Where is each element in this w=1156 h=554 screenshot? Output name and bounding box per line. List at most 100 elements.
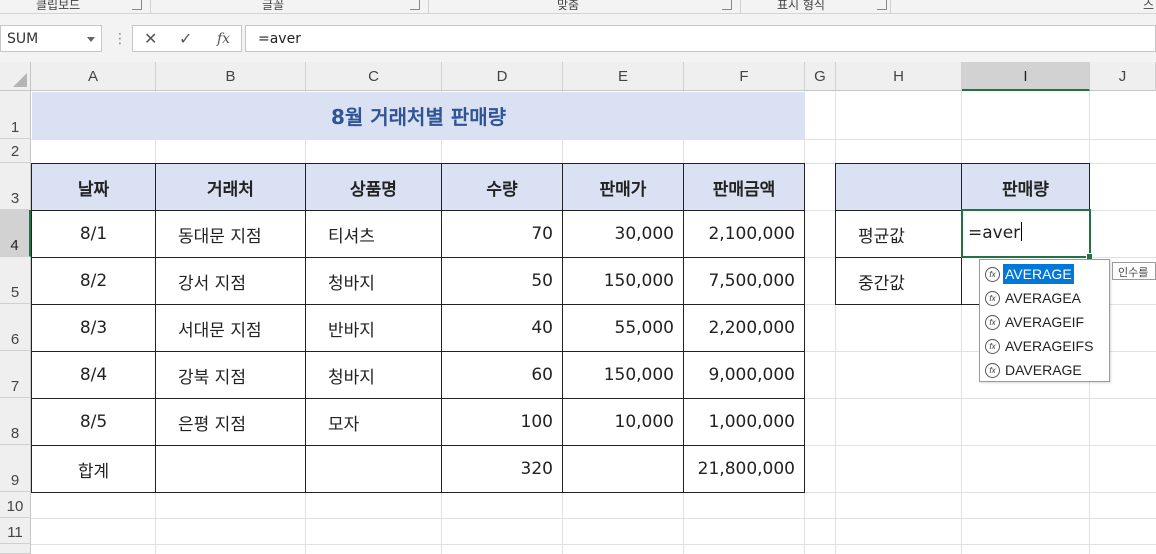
total-amount[interactable]: 21,800,000 — [683, 445, 805, 493]
cell-edit-text: =aver — [968, 222, 1023, 243]
header-price[interactable]: 판매가 — [562, 163, 684, 211]
table-cell-product[interactable]: 반바지 — [305, 304, 442, 352]
table-cell-date[interactable]: 8/2 — [31, 257, 156, 305]
clipboard-launcher-icon[interactable] — [132, 0, 142, 10]
table-cell-client[interactable]: 서대문 지점 — [155, 304, 306, 352]
row-header-4[interactable]: 4 — [0, 210, 31, 257]
total-qty[interactable]: 320 — [441, 445, 563, 493]
name-box-value: SUM — [7, 31, 39, 47]
table-cell-product[interactable]: 청바지 — [305, 257, 442, 305]
font-launcher-icon[interactable] — [410, 0, 420, 10]
ribbon-group-styles: 스 — [1143, 0, 1155, 12]
table-cell-price[interactable]: 10,000 — [562, 398, 684, 446]
chevron-down-icon[interactable] — [87, 37, 95, 42]
table-cell-price[interactable]: 55,000 — [562, 304, 684, 352]
name-box[interactable]: SUM — [0, 25, 102, 52]
number-launcher-icon[interactable] — [877, 0, 887, 10]
cancel-icon[interactable]: ✕ — [144, 29, 157, 48]
column-header-g[interactable]: G — [805, 62, 836, 91]
table-cell-product[interactable]: 티셔츠 — [305, 210, 442, 258]
alignment-launcher-icon[interactable] — [722, 0, 732, 10]
table-cell-client[interactable]: 강서 지점 — [155, 257, 306, 305]
table-cell-amount[interactable]: 2,100,000 — [683, 210, 805, 258]
enter-icon[interactable]: ✓ — [179, 29, 192, 48]
autocomplete-item-daverage[interactable]: fx DAVERAGE — [981, 358, 1109, 382]
table-cell-date[interactable]: 8/1 — [31, 210, 156, 258]
ribbon-group-font: 글꼴 — [262, 0, 285, 12]
header-product[interactable]: 상품명 — [305, 163, 442, 211]
autocomplete-item-averageif[interactable]: fx AVERAGEIF — [981, 310, 1109, 334]
table-cell-client[interactable]: 은평 지점 — [155, 398, 306, 446]
header-amount[interactable]: 판매금액 — [683, 163, 805, 211]
autocomplete-item-average[interactable]: fx AVERAGE — [981, 262, 1109, 286]
column-header-c[interactable]: C — [306, 62, 442, 91]
table-cell-date[interactable]: 8/5 — [31, 398, 156, 446]
column-header-f[interactable]: F — [684, 62, 805, 91]
autocomplete-item-averageifs[interactable]: fx AVERAGEIFS — [981, 334, 1109, 358]
formula-bar: SUM ⋮ ✕ ✓ fx =aver — [0, 14, 1156, 62]
row-header-6[interactable]: 6 — [0, 304, 31, 351]
header-client[interactable]: 거래처 — [155, 163, 306, 211]
table-cell-price[interactable]: 150,000 — [562, 351, 684, 399]
autocomplete-item-averagea[interactable]: fx AVERAGEA — [981, 286, 1109, 310]
column-header-j[interactable]: J — [1090, 62, 1156, 91]
row-header-2[interactable]: 2 — [0, 139, 31, 163]
ribbon-separator — [740, 0, 741, 13]
table-cell-qty[interactable]: 50 — [441, 257, 563, 305]
table-cell-product[interactable]: 모자 — [305, 398, 442, 446]
table-cell-price[interactable]: 30,000 — [562, 210, 684, 258]
column-header-b[interactable]: B — [156, 62, 306, 91]
table-cell-price[interactable]: 150,000 — [562, 257, 684, 305]
total-cell-product[interactable] — [305, 445, 442, 493]
row-header-7[interactable]: 7 — [0, 351, 31, 398]
ribbon-separator — [428, 0, 429, 13]
insert-function-icon[interactable]: fx — [217, 31, 230, 47]
row-header-1[interactable]: 1 — [0, 91, 31, 139]
column-header-e[interactable]: E — [563, 62, 684, 91]
table-cell-date[interactable]: 8/4 — [31, 351, 156, 399]
median-label[interactable]: 중간값 — [835, 257, 962, 305]
summary-header-sales[interactable]: 판매량 — [961, 163, 1090, 211]
more-options-icon[interactable]: ⋮ — [113, 31, 127, 47]
summary-header-empty[interactable] — [835, 163, 962, 211]
table-cell-amount[interactable]: 1,000,000 — [683, 398, 805, 446]
average-label[interactable]: 평균값 — [835, 210, 962, 258]
total-cell-price[interactable] — [562, 445, 684, 493]
table-cell-client[interactable]: 강북 지점 — [155, 351, 306, 399]
row-header-12[interactable] — [0, 544, 31, 554]
ribbon-group-number: 표시 형식 — [777, 0, 825, 12]
header-qty[interactable]: 수량 — [441, 163, 563, 211]
table-cell-amount[interactable]: 7,500,000 — [683, 257, 805, 305]
function-icon: fx — [985, 290, 1000, 306]
table-cell-product[interactable]: 청바지 — [305, 351, 442, 399]
total-label[interactable]: 합계 — [31, 445, 156, 493]
select-all-button[interactable] — [0, 62, 31, 91]
row-header-9[interactable]: 9 — [0, 445, 31, 492]
column-header-a[interactable]: A — [31, 62, 156, 91]
row-header-5[interactable]: 5 — [0, 257, 31, 304]
row-header-8[interactable]: 8 — [0, 398, 31, 445]
table-cell-amount[interactable]: 9,000,000 — [683, 351, 805, 399]
table-cell-qty[interactable]: 40 — [441, 304, 563, 352]
function-icon: fx — [985, 266, 1000, 282]
formula-text: =aver — [258, 31, 301, 47]
formula-input[interactable]: =aver — [245, 25, 1156, 52]
table-cell-qty[interactable]: 60 — [441, 351, 563, 399]
table-cell-date[interactable]: 8/3 — [31, 304, 156, 352]
column-header-i[interactable]: I — [962, 62, 1090, 91]
table-cell-qty[interactable]: 100 — [441, 398, 563, 446]
row-header-10[interactable]: 10 — [0, 492, 31, 518]
header-date[interactable]: 날짜 — [31, 163, 156, 211]
table-cell-client[interactable]: 동대문 지점 — [155, 210, 306, 258]
function-tooltip: 인수를 — [1112, 262, 1156, 280]
select-all-icon — [13, 73, 27, 87]
sheet-title[interactable]: 8월 거래처별 판매량 — [32, 92, 805, 139]
row-header-11[interactable]: 11 — [0, 518, 31, 544]
column-header-d[interactable]: D — [442, 62, 563, 91]
column-header-h[interactable]: H — [836, 62, 962, 91]
row-header-3[interactable]: 3 — [0, 163, 31, 210]
total-cell-client[interactable] — [155, 445, 306, 493]
table-cell-amount[interactable]: 2,200,000 — [683, 304, 805, 352]
table-cell-qty[interactable]: 70 — [441, 210, 563, 258]
ribbon-separator — [150, 0, 151, 13]
